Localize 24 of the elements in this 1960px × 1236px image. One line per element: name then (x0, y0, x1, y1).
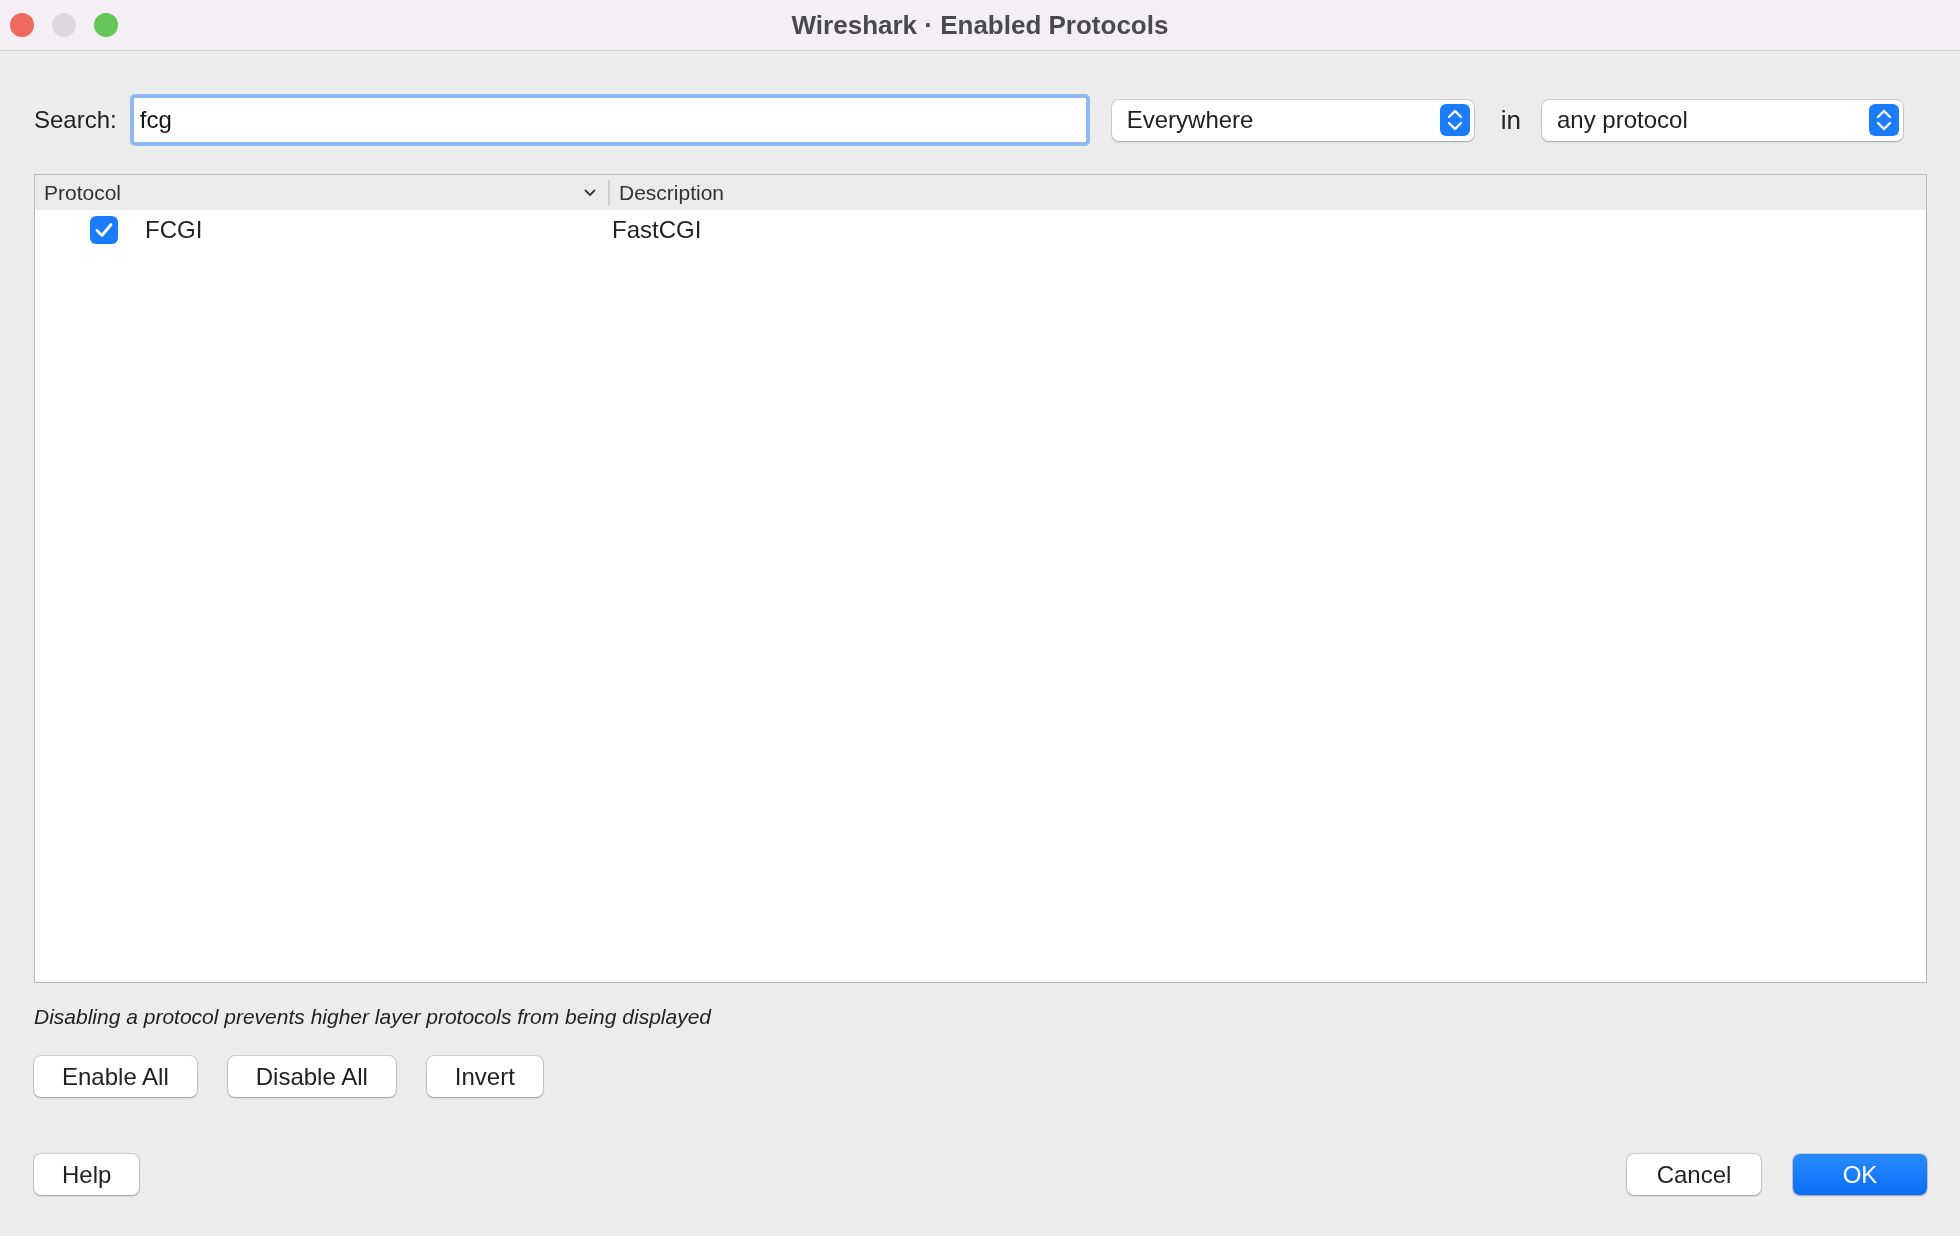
scope-dropdown[interactable]: any protocol (1541, 99, 1903, 141)
cancel-button[interactable]: Cancel (1627, 1154, 1761, 1195)
search-label: Search: (34, 106, 117, 134)
ok-button[interactable]: OK (1793, 1154, 1927, 1195)
action-button[interactable]: Disable All (227, 1056, 396, 1097)
stepper-icon (1868, 104, 1899, 136)
column-header[interactable]: Protocol (44, 180, 122, 205)
chevron-down-icon (584, 188, 596, 197)
checkbox[interactable] (90, 216, 118, 244)
protocol-description: FastCGI (612, 216, 702, 243)
search-field[interactable]: fcg (129, 94, 1090, 146)
hint-text: Disabling a protocol prevents higher layer protocols from being displayed (34, 1005, 713, 1029)
checkmark-icon (95, 222, 113, 238)
action-button[interactable]: Enable All (34, 1056, 197, 1097)
close-button[interactable] (10, 13, 34, 37)
scope-label: in (1500, 104, 1521, 136)
help-button[interactable]: Help (34, 1154, 140, 1195)
column-header[interactable]: Description (619, 180, 725, 204)
match-dropdown[interactable]: Everywhere (1111, 99, 1474, 141)
protocol-name: FCGI (145, 216, 203, 244)
stepper-icon (1439, 104, 1470, 136)
zoom-button[interactable] (94, 13, 118, 37)
action-button[interactable]: Invert (426, 1056, 543, 1097)
window-title: Wireshark · Enabled Protocols (791, 9, 1169, 40)
